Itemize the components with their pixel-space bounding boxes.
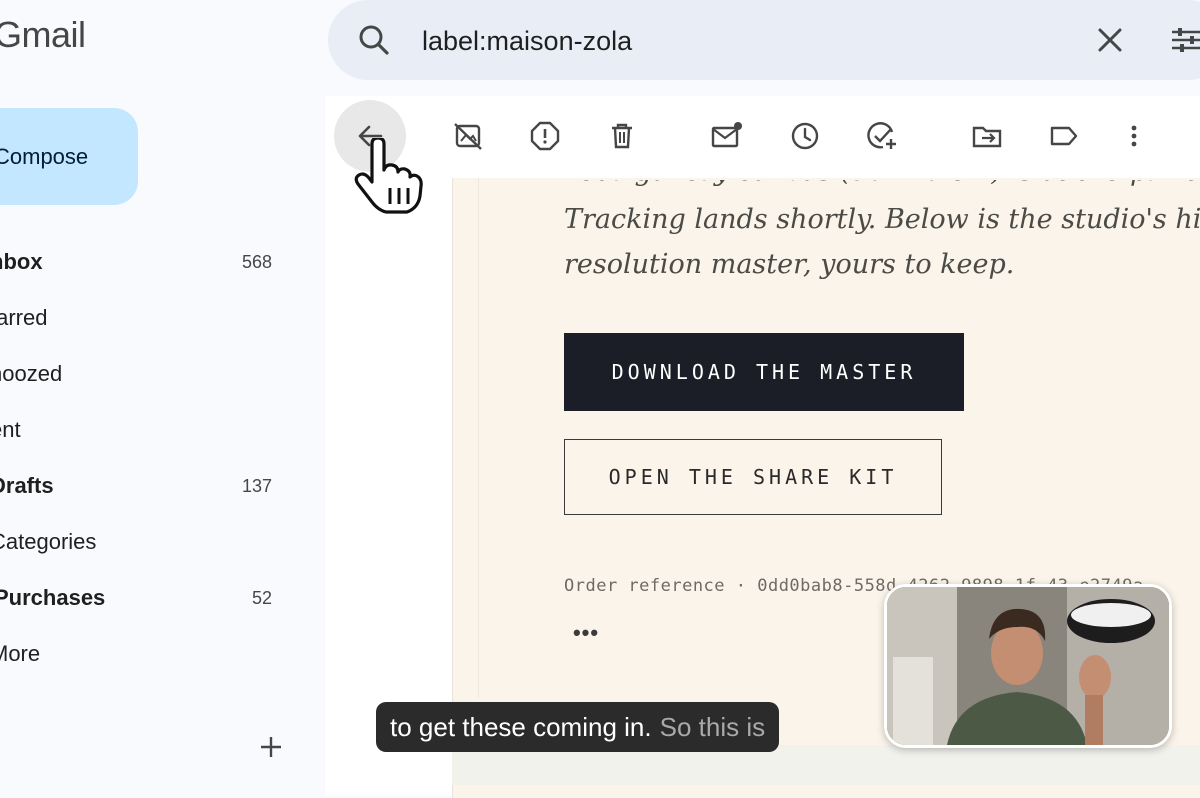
sidebar-item-inbox[interactable]: nbox 568 <box>0 242 290 282</box>
download-master-button[interactable]: DOWNLOAD THE MASTER <box>564 333 964 411</box>
sidebar-item-label: Purchases <box>0 585 106 610</box>
email-body-line: resolution master, yours to keep. <box>564 249 1015 280</box>
caption-upcoming-text: So this is <box>659 711 766 742</box>
sidebar-item-label: noozed <box>0 361 63 386</box>
report-spam-icon <box>530 121 560 151</box>
hand-pointer-cursor-icon <box>354 138 423 214</box>
sidebar-item-purchases[interactable]: Purchases 52 <box>0 578 290 618</box>
compose-label: Compose <box>0 143 89 169</box>
mark-unread-button[interactable] <box>707 116 747 156</box>
create-label-plus-icon[interactable] <box>258 734 284 760</box>
trash-icon <box>612 123 632 149</box>
email-inner-border <box>478 178 479 698</box>
snooze-button[interactable] <box>785 116 825 156</box>
more-vert-icon <box>1131 125 1137 147</box>
sidebar-item-count: 137 <box>241 475 272 496</box>
sidebar-item-label: Drafts <box>0 473 54 498</box>
sidebar-item-drafts[interactable]: Drafts 137 <box>0 466 290 506</box>
sidebar-item-count: 52 <box>251 587 272 608</box>
compose-button[interactable]: Compose <box>0 108 138 205</box>
sidebar-item-categories[interactable]: Categories <box>0 522 290 562</box>
open-share-kit-button[interactable]: OPEN THE SHARE KIT <box>564 439 942 515</box>
search-input[interactable] <box>420 20 984 62</box>
move-to-button[interactable] <box>967 116 1007 156</box>
delete-button[interactable] <box>602 116 642 156</box>
add-task-icon <box>867 122 896 149</box>
caption-bar: to get these coming in. So this is <box>376 702 780 752</box>
hide-image-icon <box>454 123 482 150</box>
mark-unread-icon <box>711 122 742 148</box>
sidebar-item-count: 568 <box>241 251 272 272</box>
sidebar-item-label: Categories <box>0 529 97 554</box>
labels-button[interactable] <box>1044 116 1084 156</box>
sidebar-item-label: ent <box>0 417 21 442</box>
search-bar <box>328 0 1200 80</box>
gmail-logo[interactable]: Gmail <box>0 14 86 56</box>
sidebar-item-snoozed[interactable]: noozed <box>0 354 290 394</box>
search-icon[interactable] <box>354 20 394 60</box>
search-options-icon[interactable] <box>1166 20 1200 60</box>
sidebar-item-more[interactable]: More <box>0 634 290 674</box>
email-body-line: Tracking lands shortly. Below is the stu… <box>564 204 1200 235</box>
sidebar-item-sent[interactable]: ent <box>0 410 290 450</box>
webcam-overlay <box>884 584 1172 748</box>
report-spam-button[interactable] <box>525 116 565 156</box>
label-icon <box>1050 126 1078 146</box>
show-trimmed-content-button[interactable]: ••• <box>566 620 606 646</box>
sidebar-item-label: nbox <box>0 249 43 274</box>
add-to-tasks-button[interactable] <box>862 116 902 156</box>
snooze-icon <box>791 122 819 150</box>
hide-images-button[interactable] <box>448 116 488 156</box>
caption-spoken-text: to get these coming in. <box>390 711 652 742</box>
move-to-icon <box>972 126 1002 148</box>
sidebar-item-label: More <box>0 641 41 666</box>
sidebar-item-label: tarred <box>0 305 48 330</box>
more-options-button[interactable] <box>1114 116 1154 156</box>
presenter-video <box>887 587 1169 745</box>
email-body-text: Tracking lands shortly. Below is the stu… <box>564 197 1200 287</box>
close-icon[interactable] <box>1090 20 1130 60</box>
sidebar-item-starred[interactable]: tarred <box>0 298 290 338</box>
